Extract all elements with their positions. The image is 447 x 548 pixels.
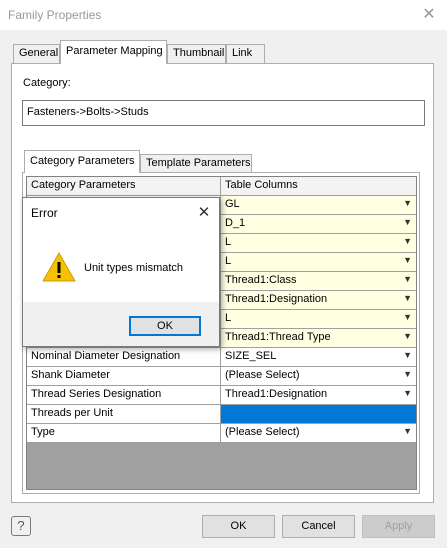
row-table-column-select[interactable]: Thread1:Designation ▼ xyxy=(221,291,416,310)
help-button[interactable]: ? xyxy=(11,516,31,536)
row-table-column-select[interactable]: L ▼ xyxy=(221,234,416,253)
row-table-column-select[interactable]: (Please Select) ▼ xyxy=(221,367,416,386)
row-table-column-select[interactable]: D_1 ▼ xyxy=(221,215,416,234)
row-table-column-select[interactable]: Thread1:Thread Type ▼ xyxy=(221,329,416,348)
warning-icon xyxy=(42,251,76,282)
row-parameter-name[interactable]: Nominal Diameter Designation xyxy=(27,348,221,367)
chevron-down-icon[interactable]: ▼ xyxy=(403,236,412,246)
tab-link[interactable]: Link xyxy=(226,44,265,63)
table-row[interactable]: Type (Please Select) ▼ xyxy=(27,424,416,443)
tab-parameter-mapping[interactable]: Parameter Mapping xyxy=(60,40,167,64)
chevron-down-icon[interactable]: ▼ xyxy=(403,198,412,208)
dialog-close-icon[interactable]: ✕ xyxy=(193,202,215,224)
ok-button[interactable]: OK xyxy=(202,515,275,538)
row-parameter-name[interactable]: Threads per Unit xyxy=(27,405,221,424)
chevron-down-icon[interactable]: ▼ xyxy=(403,331,412,341)
apply-button[interactable]: Apply xyxy=(362,515,435,538)
row-table-column-select[interactable]: Thread1:Designation ▼ xyxy=(221,386,416,405)
grid-header-table-columns: Table Columns xyxy=(221,177,416,196)
window-title: Family Properties xyxy=(8,8,102,22)
chevron-down-icon[interactable]: ▼ xyxy=(403,312,412,322)
chevron-down-icon[interactable]: ▼ xyxy=(403,369,412,379)
category-label: Category: xyxy=(23,77,71,89)
dialog-ok-button[interactable]: OK xyxy=(129,316,201,336)
dialog-message: Unit types mismatch xyxy=(84,262,184,274)
chevron-down-icon[interactable]: ▼ xyxy=(403,293,412,303)
row-table-column-select[interactable]: L ▼ xyxy=(221,253,416,272)
chevron-down-icon[interactable]: ▼ xyxy=(403,217,412,227)
tab-thumbnail[interactable]: Thumbnail xyxy=(167,44,226,63)
subtab-template-parameters[interactable]: Template Parameters xyxy=(140,154,252,172)
row-table-column-select[interactable]: Thread1:Class ▼ xyxy=(221,272,416,291)
table-row[interactable]: Threads per Unit xyxy=(27,405,416,424)
row-parameter-name[interactable]: Shank Diameter xyxy=(27,367,221,386)
subtab-category-parameters[interactable]: Category Parameters xyxy=(24,150,140,173)
chevron-down-icon[interactable]: ▼ xyxy=(403,255,412,265)
row-table-column-select[interactable]: GL ▼ xyxy=(221,196,416,215)
category-field[interactable]: Fasteners->Bolts->Studs xyxy=(22,100,425,126)
row-table-column-select[interactable]: L ▼ xyxy=(221,310,416,329)
chevron-down-icon[interactable]: ▼ xyxy=(403,274,412,284)
window-close-icon[interactable]: ✕ xyxy=(418,4,440,26)
tab-general[interactable]: General xyxy=(13,44,60,63)
chevron-down-icon[interactable]: ▼ xyxy=(403,350,412,360)
table-row[interactable]: Shank Diameter (Please Select) ▼ xyxy=(27,367,416,386)
error-dialog: Error ✕ Unit types mismatch OK xyxy=(22,197,220,347)
grid-header-category-parameters: Category Parameters xyxy=(27,177,221,196)
table-row[interactable]: Nominal Diameter Designation SIZE_SEL ▼ xyxy=(27,348,416,367)
row-table-column-select[interactable]: (Please Select) ▼ xyxy=(221,424,416,443)
table-row[interactable]: Thread Series Designation Thread1:Design… xyxy=(27,386,416,405)
chevron-down-icon[interactable]: ▼ xyxy=(403,426,412,436)
row-table-column-select[interactable]: SIZE_SEL ▼ xyxy=(221,348,416,367)
dialog-title: Error xyxy=(31,206,58,220)
row-table-column-select[interactable] xyxy=(221,405,416,424)
chevron-down-icon[interactable]: ▼ xyxy=(403,388,412,398)
row-parameter-name[interactable]: Thread Series Designation xyxy=(27,386,221,405)
row-parameter-name[interactable]: Type xyxy=(27,424,221,443)
cancel-button[interactable]: Cancel xyxy=(282,515,355,538)
